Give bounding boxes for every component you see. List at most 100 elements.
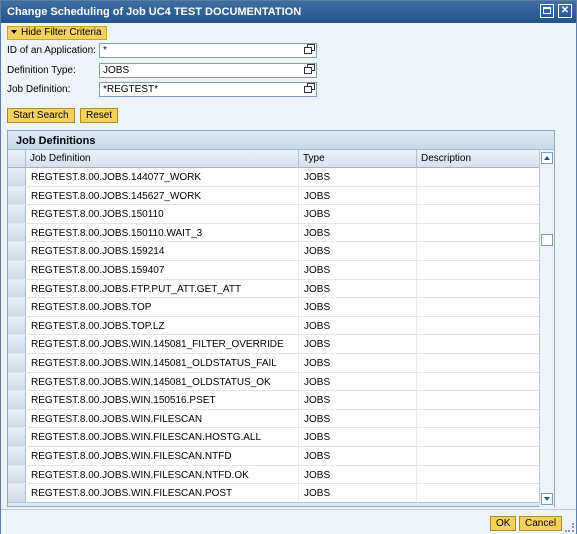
row-selector[interactable] [8,168,26,186]
table-row[interactable]: REGTEST.8.00.JOBS.TOP JOBS [8,298,540,317]
type-cell: JOBS [299,484,417,502]
job-definition-cell: REGTEST.8.00.JOBS.TOP [26,298,299,316]
cancel-button[interactable]: Cancel [519,516,563,531]
table-row[interactable]: REGTEST.8.00.JOBS.WIN.FILESCAN.NTFD.OK JO… [8,465,540,485]
type-cell: JOBS [299,260,417,279]
job-definition-cell: REGTEST.8.00.JOBS.WIN.FILESCAN.NTFD.OK [26,465,299,484]
table-body: REGTEST.8.00.JOBS.144077_WORK JOBS REGTEST… [8,168,540,503]
row-selector[interactable] [8,428,26,446]
application-id-input[interactable]: * [99,43,317,58]
scroll-down-icon[interactable] [541,493,553,505]
type-cell: JOBS [299,298,417,316]
table-row[interactable]: REGTEST.8.00.JOBS.WIN.FILESCAN.HOSTG.ALL… [8,428,540,447]
reset-button[interactable]: Reset [80,108,119,123]
description-cell [417,373,540,391]
resize-grip-icon[interactable] [565,523,574,532]
row-selector[interactable] [8,465,26,484]
hide-filter-criteria-button[interactable]: Hide Filter Criteria [7,26,107,40]
row-selector[interactable] [8,298,26,316]
value-help-icon[interactable] [304,44,316,55]
close-icon[interactable]: ✕ [558,4,572,18]
job-definition-cell: REGTEST.8.00.JOBS.WIN.FILESCAN.HOSTG.ALL [26,428,299,446]
type-cell: JOBS [299,316,417,335]
dialog-footer: OK Cancel [1,509,576,534]
table-row[interactable]: REGTEST.8.00.JOBS.WIN.150516.PSET JOBS [8,391,540,410]
type-cell: JOBS [299,428,417,446]
column-header-job-definition[interactable]: Job Definition [26,150,299,168]
table-row[interactable]: REGTEST.8.00.JOBS.159214 JOBS [8,242,540,261]
job-definition-cell: REGTEST.8.00.JOBS.WIN.FILESCAN.POST [26,484,299,502]
description-cell [417,391,540,409]
start-search-button[interactable]: Start Search [7,108,75,123]
table-row[interactable]: REGTEST.8.00.JOBS.TOP.LZ JOBS [8,316,540,336]
table-row[interactable]: REGTEST.8.00.JOBS.WIN.145081_FILTER_OVER… [8,335,540,354]
description-cell [417,205,540,223]
select-all-header[interactable] [8,150,26,168]
scroll-thumb[interactable] [541,234,553,246]
filter-row-application: ID of an Application: * [7,43,327,59]
definition-type-label: Definition Type: [7,65,76,76]
job-definition-cell: REGTEST.8.00.JOBS.TOP.LZ [26,316,299,335]
panel-title: Job Definitions [8,131,554,150]
type-cell: JOBS [299,168,417,186]
row-selector[interactable] [8,260,26,279]
row-selector[interactable] [8,353,26,372]
row-selector[interactable] [8,372,26,391]
job-definitions-panel: Job Definitions Job Definition Type Desc… [7,130,555,507]
row-selector[interactable] [8,446,26,465]
row-selector[interactable] [8,242,26,260]
description-cell [417,242,540,260]
value-help-icon[interactable] [304,64,316,75]
table-row[interactable]: REGTEST.8.00.JOBS.WIN.145081_OLDSTATUS_F… [8,353,540,373]
table-row[interactable]: REGTEST.8.00.JOBS.FTP.PUT_ATT.GET_ATT JOB… [8,279,540,299]
job-definition-cell: REGTEST.8.00.JOBS.WIN.FILESCAN [26,409,299,428]
definition-type-input[interactable]: JOBS [99,63,317,78]
description-cell [417,224,540,242]
row-selector[interactable] [8,186,26,205]
table-row[interactable]: REGTEST.8.00.JOBS.159407 JOBS [8,260,540,280]
type-cell: JOBS [299,335,417,353]
table-row[interactable]: REGTEST.8.00.JOBS.WIN.FILESCAN JOBS [8,409,540,429]
row-selector[interactable] [8,205,26,223]
job-definition-cell: REGTEST.8.00.JOBS.150110 [26,205,299,223]
description-cell [417,280,540,298]
row-selector[interactable] [8,409,26,428]
ok-button[interactable]: OK [490,516,517,531]
table-row[interactable]: REGTEST.8.00.JOBS.WIN.FILESCAN.NTFD JOBS [8,446,540,466]
type-cell: JOBS [299,409,417,428]
filter-row-definition-type: Definition Type: JOBS [7,63,327,79]
row-selector[interactable] [8,223,26,242]
table-row[interactable]: REGTEST.8.00.JOBS.145627_WORK JOBS [8,186,540,206]
title-bar[interactable]: Change Scheduling of Job UC4 TEST DOCUME… [1,1,576,23]
hide-filter-label: Hide Filter Criteria [21,27,102,38]
maximize-icon[interactable] [540,4,554,18]
value-help-icon[interactable] [304,83,316,94]
description-cell [417,317,540,335]
type-cell: JOBS [299,242,417,260]
table-row[interactable]: REGTEST.8.00.JOBS.WIN.FILESCAN.POST JOBS [8,484,540,503]
job-definition-input[interactable]: *REGTEST* [99,82,317,97]
type-cell: JOBS [299,279,417,298]
scroll-up-icon[interactable] [541,152,553,164]
vertical-scrollbar[interactable] [539,150,554,507]
description-cell [417,168,540,186]
job-definition-cell: REGTEST.8.00.JOBS.FTP.PUT_ATT.GET_ATT [26,279,299,298]
row-selector[interactable] [8,316,26,335]
column-header-description[interactable]: Description [417,150,540,168]
type-cell: JOBS [299,372,417,391]
job-definition-cell: REGTEST.8.00.JOBS.WIN.FILESCAN.NTFD [26,446,299,465]
column-header-type[interactable]: Type [299,150,417,168]
row-selector[interactable] [8,391,26,409]
dialog-window: Change Scheduling of Job UC4 TEST DOCUME… [0,0,577,534]
table-row[interactable]: REGTEST.8.00.JOBS.WIN.145081_OLDSTATUS_O… [8,372,540,392]
table-row[interactable]: REGTEST.8.00.JOBS.144077_WORK JOBS [8,168,540,187]
row-selector[interactable] [8,484,26,502]
filter-row-job-definition: Job Definition: *REGTEST* [7,82,327,98]
table-row[interactable]: REGTEST.8.00.JOBS.150110.WAIT_3 JOBS [8,223,540,243]
job-definition-cell: REGTEST.8.00.JOBS.159407 [26,260,299,279]
table-row[interactable]: REGTEST.8.00.JOBS.150110 JOBS [8,205,540,224]
row-selector[interactable] [8,279,26,298]
row-selector[interactable] [8,335,26,353]
description-cell [417,298,540,316]
horizontal-scrollbar[interactable] [8,502,540,506]
